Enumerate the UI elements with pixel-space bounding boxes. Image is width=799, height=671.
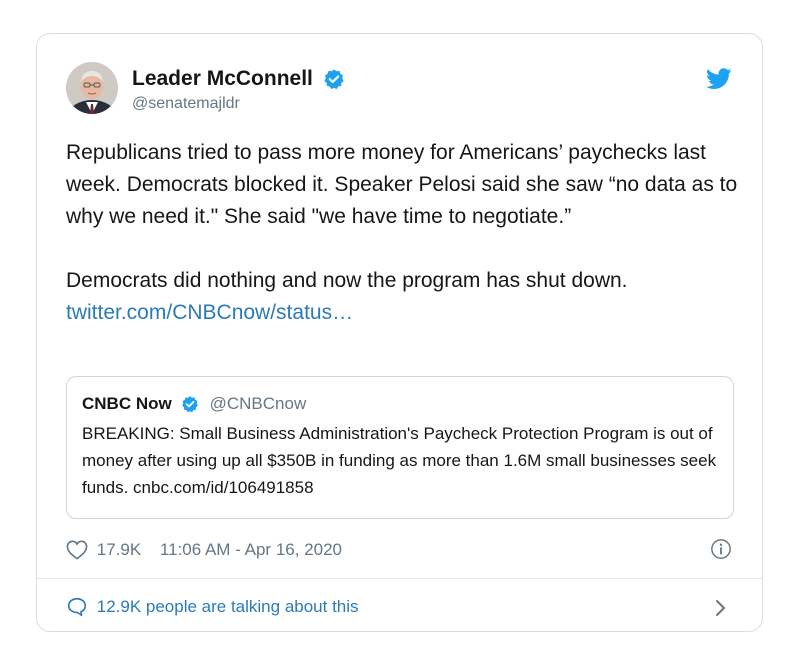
- chevron-right-icon[interactable]: [714, 598, 726, 616]
- tweet-paragraph-2: Democrats did nothing and now the progra…: [66, 269, 628, 292]
- card-divider: [37, 578, 762, 579]
- verified-badge-icon: [323, 68, 345, 90]
- tweet-paragraph-1: Republicans tried to pass more money for…: [66, 141, 738, 228]
- tweet-link[interactable]: twitter.com/CNBCnow/status…: [66, 301, 353, 324]
- tweet-timestamp[interactable]: 11:06 AM - Apr 16, 2020: [160, 536, 342, 564]
- author-name-block: Leader McConnell @senatemajldr: [132, 66, 345, 115]
- tweet-body: Republicans tried to pass more money for…: [66, 137, 746, 329]
- comment-bubble-icon: [66, 596, 88, 618]
- conversation-link[interactable]: 12.9K people are talking about this: [66, 592, 732, 620]
- author-display-name[interactable]: Leader McConnell: [132, 66, 313, 92]
- quoted-author-name: CNBC Now: [82, 394, 172, 413]
- quoted-author-handle: @CNBCnow: [209, 394, 307, 413]
- twitter-bird-icon[interactable]: [706, 68, 732, 90]
- quoted-tweet-text: BREAKING: Small Business Administration'…: [82, 424, 717, 497]
- heart-icon[interactable]: [66, 540, 88, 560]
- conversation-count-text[interactable]: 12.9K people are talking about this: [97, 593, 359, 621]
- author-handle[interactable]: @senatemajldr: [132, 93, 345, 115]
- like-count[interactable]: 17.9K: [97, 536, 141, 564]
- quoted-tweet[interactable]: CNBC Now @CNBCnow BREAKING: Small Busine…: [66, 376, 734, 519]
- tweet-embed-card[interactable]: Leader McConnell @senatemajldr Republica…: [36, 33, 763, 632]
- tweet-meta: 17.9K 11:06 AM - Apr 16, 2020: [66, 535, 732, 563]
- info-icon[interactable]: [710, 538, 732, 560]
- author-avatar[interactable]: [66, 62, 118, 114]
- quoted-verified-badge-icon: [181, 395, 199, 413]
- tweet-header: Leader McConnell @senatemajldr: [66, 62, 732, 118]
- quoted-tweet-header: CNBC Now @CNBCnow: [82, 391, 718, 417]
